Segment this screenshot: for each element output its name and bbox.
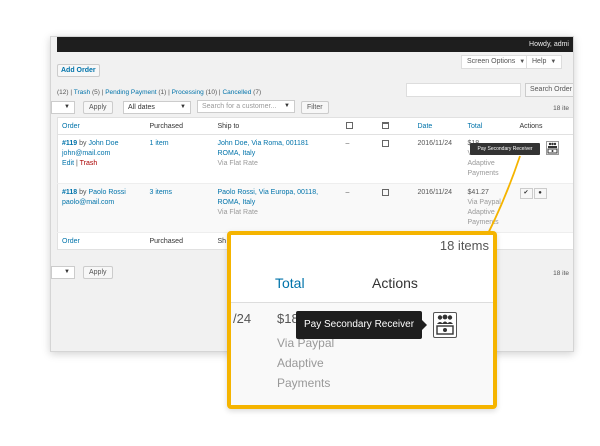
apply-button[interactable]: Apply — [83, 101, 113, 114]
caret-down-icon: ▼ — [550, 59, 557, 65]
notes-cell — [377, 183, 414, 233]
zoom-items-count: 18 items — [439, 238, 489, 253]
edit-link[interactable]: Edit — [62, 160, 74, 167]
customer-placeholder: Search for a customer... — [202, 103, 277, 110]
view-pending[interactable]: Pending Payment — [105, 89, 156, 96]
zoom-table-header: Total Actions — [231, 265, 493, 303]
filter-button[interactable]: Filter — [301, 101, 329, 114]
column-ship-to: Ship to — [213, 117, 342, 135]
order-status-views: (12) | Trash (5) | Pending Payment (1) |… — [57, 89, 262, 96]
ship-address[interactable]: John Doe, Via Roma, 001181 — [218, 139, 338, 149]
image-cell: – — [341, 183, 378, 233]
payment-method: Via Paypal — [467, 199, 501, 206]
bottom-items-count: 18 ite — [553, 270, 569, 277]
view-cancelled[interactable]: Cancelled — [222, 89, 251, 96]
zoom-method-line2: Adaptive — [277, 356, 324, 370]
payment-method-line2: Adaptive — [467, 209, 495, 216]
column-notes — [377, 117, 414, 135]
zoom-method-line3: Payments — [277, 376, 331, 390]
order-total: $41.27 — [467, 189, 489, 196]
help-label: Help — [532, 58, 547, 65]
order-link[interactable]: #118 — [62, 189, 77, 196]
ship-city[interactable]: ROMA, Italy — [218, 198, 338, 208]
column-image — [341, 117, 378, 135]
footer-column-order[interactable]: Order — [57, 232, 146, 250]
view-all-count: (12) — [57, 89, 69, 96]
image-icon — [345, 122, 353, 130]
by-label: by — [79, 140, 87, 147]
note-icon — [381, 139, 389, 147]
column-actions: Actions — [515, 117, 573, 135]
payment-method-line3: Payments — [467, 219, 499, 226]
footer-column-purchased: Purchased — [145, 232, 214, 250]
customer-email[interactable]: paolo@mail.com — [62, 198, 142, 208]
purchased-link[interactable]: 1 item — [150, 140, 169, 147]
caret-down-icon: ▼ — [284, 103, 290, 109]
zoom-column-actions: Actions — [372, 275, 418, 291]
column-order[interactable]: Order — [57, 117, 146, 135]
note-icon — [381, 188, 389, 196]
help-button[interactable]: Help ▼ — [526, 55, 563, 69]
view-trash[interactable]: Trash — [74, 89, 90, 96]
zoom-table-row: /24 $18 Via Paypal Adaptive Payments Pay… — [231, 303, 493, 405]
caret-down-icon: ▼ — [180, 104, 186, 110]
screen-options-label: Screen Options — [467, 58, 516, 65]
caret-down-icon: ▼ — [519, 59, 526, 65]
customer-link[interactable]: Paolo Rossi — [89, 189, 126, 196]
items-count: 18 ite — [553, 105, 569, 112]
shipping-method: Via Flat Rate — [217, 160, 258, 167]
column-total[interactable]: Total — [463, 117, 516, 135]
admin-bar: Howdy, admi — [57, 37, 573, 52]
pay-secondary-receiver-tooltip-small: Pay Secondary Receiver — [470, 143, 540, 155]
dates-select[interactable]: All dates ▼ — [123, 101, 191, 114]
search-orders-button[interactable]: Search Order — [525, 83, 573, 97]
customer-search-select[interactable]: Search for a customer... ▼ — [197, 100, 295, 113]
order-link[interactable]: #119 — [62, 140, 77, 147]
table-row: #118 by Paolo Rossi paolo@mail.com 3 ite… — [57, 183, 573, 233]
order-date: 2016/11/24 — [413, 183, 464, 233]
search-orders-input[interactable] — [406, 83, 521, 97]
caret-down-icon: ▼ — [64, 269, 70, 275]
pending-count: (1) — [158, 89, 167, 96]
pay-receiver-icon[interactable] — [546, 141, 559, 155]
zoom-payment-method: Via Paypal Adaptive Payments — [277, 333, 357, 393]
bottom-bulk-actions-select[interactable]: ▼ — [51, 266, 75, 279]
purchased-link[interactable]: 3 items — [150, 189, 173, 196]
complete-icon[interactable]: ✔ — [519, 188, 533, 199]
caret-down-icon: ▼ — [64, 104, 70, 110]
greeting[interactable]: Howdy, admi — [529, 41, 569, 48]
processing-count: (10) — [205, 89, 218, 96]
cancelled-count: (7) — [253, 89, 262, 96]
calendar-icon — [381, 122, 389, 130]
image-cell: – — [341, 134, 378, 184]
ship-city[interactable]: ROMA, Italy — [218, 149, 338, 159]
shipping-method: Via Flat Rate — [217, 209, 258, 216]
by-label: by — [79, 189, 87, 196]
screen-options-button[interactable]: Screen Options ▼ — [461, 55, 532, 69]
notes-cell — [377, 134, 414, 184]
payment-method-line2: Adaptive — [467, 160, 495, 167]
column-purchased: Purchased — [145, 117, 214, 135]
order-date: 2016/11/24 — [413, 134, 464, 184]
column-date[interactable]: Date — [413, 117, 464, 135]
dates-label: All dates — [128, 104, 155, 111]
trash-link[interactable]: Trash — [80, 160, 98, 167]
payment-method-line3: Payments — [467, 170, 499, 177]
bulk-actions-select[interactable]: ▼ — [51, 101, 75, 114]
trash-count: (5) — [91, 89, 100, 96]
bottom-apply-button[interactable]: Apply — [83, 266, 113, 279]
zoom-date-fragment: /24 — [233, 311, 252, 326]
pay-secondary-receiver-tooltip: Pay Secondary Receiver — [296, 311, 427, 339]
pay-receiver-icon[interactable] — [433, 312, 457, 338]
customer-link[interactable]: John Doe — [89, 140, 119, 147]
table-row: #119 by John Doe john@mail.com Edit | Tr… — [57, 134, 573, 184]
customer-email[interactable]: john@mail.com — [62, 149, 142, 159]
zoom-callout: 18 items Total Actions /24 $18 Via Paypa… — [227, 231, 497, 409]
add-order-button[interactable]: Add Order — [57, 64, 100, 77]
view-icon[interactable]: ● — [533, 188, 547, 199]
view-processing[interactable]: Processing — [172, 89, 204, 96]
ship-address[interactable]: Paolo Rossi, Via Europa, 00118, — [218, 188, 338, 198]
zoom-column-total[interactable]: Total — [275, 275, 305, 291]
